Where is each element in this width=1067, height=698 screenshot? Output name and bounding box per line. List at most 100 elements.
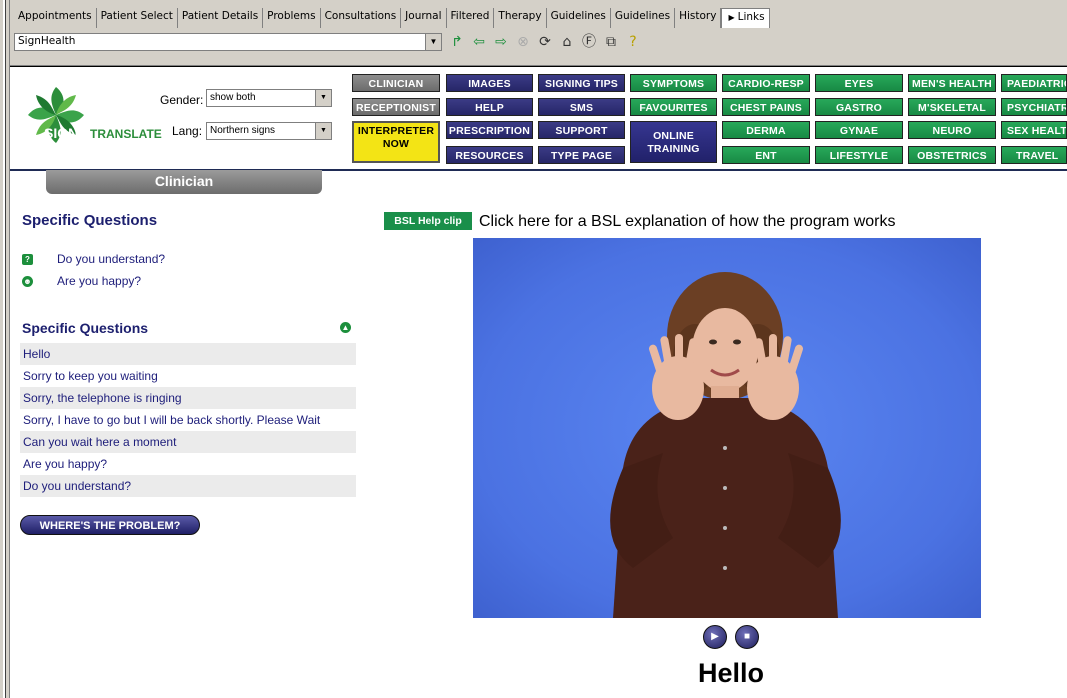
- nav-chest-pains-button[interactable]: CHEST PAINS: [722, 98, 810, 116]
- nav-lifestyle-button[interactable]: LIFESTYLE: [815, 146, 903, 164]
- phrase-item[interactable]: Do you understand?: [20, 475, 356, 497]
- wheres-the-problem-button[interactable]: WHERE'S THE PROBLEM?: [20, 515, 200, 535]
- phrase-item[interactable]: Are you happy?: [20, 453, 356, 475]
- nav-mskeletal-button[interactable]: M'SKELETAL: [908, 98, 996, 116]
- tab-consultations[interactable]: Consultations: [321, 8, 402, 28]
- favorites-icon[interactable]: Ⓕ: [580, 33, 598, 51]
- arrow-up-icon[interactable]: ▲: [340, 322, 351, 333]
- nav-sex-health-button[interactable]: SEX HEALT: [1001, 121, 1067, 139]
- question-icon: ?: [22, 253, 33, 265]
- nav-obstetrics-button[interactable]: OBSTETRICS: [908, 146, 996, 164]
- signer-illustration: [610, 272, 841, 618]
- nav-mens-health-button[interactable]: MEN'S HEALTH: [908, 74, 996, 92]
- gender-label: Gender:: [160, 93, 204, 107]
- nav-symptoms-button[interactable]: SYMPTOMS: [630, 74, 717, 92]
- nav-resources-button[interactable]: RESOURCES: [446, 146, 533, 164]
- tab-patient-details[interactable]: Patient Details: [178, 8, 264, 28]
- nav-receptionist-button[interactable]: RECEPTIONIST: [352, 98, 440, 116]
- phrase-list: Hello Sorry to keep you waiting Sorry, t…: [20, 343, 356, 497]
- play-button[interactable]: ▶: [703, 625, 727, 649]
- nav-psychiatry-button[interactable]: PSYCHIATR: [1001, 98, 1067, 116]
- tab-journal[interactable]: Journal: [401, 8, 447, 28]
- phrase-item[interactable]: Hello: [20, 343, 356, 365]
- specific-questions-title: Specific Questions: [22, 212, 158, 229]
- tab-links-label: Links: [737, 11, 765, 23]
- window-frame-left: [0, 0, 10, 698]
- address-input[interactable]: SignHealth: [14, 33, 426, 51]
- logo-text-sign: SIGN: [44, 125, 79, 141]
- tab-filtered[interactable]: Filtered: [447, 8, 495, 28]
- nav-ent-button[interactable]: ENT: [722, 146, 810, 164]
- online-line-1: ONLINE: [653, 130, 694, 142]
- phrase-item[interactable]: Sorry, I have to go but I will be back s…: [20, 409, 356, 431]
- lang-select-value: Northern signs: [210, 125, 276, 136]
- bsl-help-clip-button[interactable]: BSL Help clip: [384, 212, 472, 230]
- phrases-title: Specific Questions: [22, 320, 149, 336]
- nav-gynae-button[interactable]: GYNAE: [815, 121, 903, 139]
- address-dropdown-button[interactable]: ▼: [426, 33, 442, 51]
- section-tab-clinician: Clinician: [46, 170, 322, 194]
- tab-guidelines-1[interactable]: Guidelines: [547, 8, 611, 28]
- tab-strip: Appointments Patient Select Patient Deta…: [14, 8, 770, 28]
- signtranslate-header: SIGN TRANSLATE Gender: show both ▼ Lang:…: [10, 66, 1067, 171]
- stop-icon[interactable]: ⊗: [514, 33, 532, 51]
- gender-select[interactable]: show both ▼: [206, 89, 332, 107]
- refresh-icon[interactable]: ⟳: [536, 33, 554, 51]
- online-training-button[interactable]: ONLINE TRAINING: [630, 121, 717, 163]
- interpreter-now-button[interactable]: INTERPRETER NOW: [352, 121, 440, 163]
- help-icon[interactable]: ?: [624, 33, 642, 51]
- nav-clinician-button[interactable]: CLINICIAN: [352, 74, 440, 92]
- nav-gastro-button[interactable]: GASTRO: [815, 98, 903, 116]
- phrase-item[interactable]: Sorry, the telephone is ringing: [20, 387, 356, 409]
- stop-button[interactable]: ■: [735, 625, 759, 649]
- nav-signing-tips-button[interactable]: SIGNING TIPS: [538, 74, 625, 92]
- forward-icon[interactable]: ⇨: [492, 33, 510, 51]
- external-link-icon[interactable]: ⧉: [602, 33, 620, 51]
- nav-type-page-button[interactable]: TYPE PAGE: [538, 146, 625, 164]
- nav-derma-button[interactable]: DERMA: [722, 121, 810, 139]
- back-icon[interactable]: ⇦: [470, 33, 488, 51]
- tab-guidelines-2[interactable]: Guidelines: [611, 8, 676, 28]
- stop-icon: ■: [743, 631, 751, 642]
- home-icon[interactable]: ⌂: [558, 33, 576, 51]
- go-icon[interactable]: ↱: [448, 33, 466, 51]
- nav-favourites-button[interactable]: FAVOURITES: [630, 98, 717, 116]
- logo-text-translate: TRANSLATE: [90, 127, 162, 141]
- nav-travel-button[interactable]: TRAVEL: [1001, 146, 1067, 164]
- lang-select[interactable]: Northern signs ▼: [206, 122, 332, 140]
- nav-paediatric-button[interactable]: PAEDIATRIC: [1001, 74, 1067, 92]
- tab-links[interactable]: ▶ Links: [721, 8, 770, 28]
- nav-sms-button[interactable]: SMS: [538, 98, 625, 116]
- quick-question-understand[interactable]: ? Do you understand?: [22, 252, 165, 266]
- lang-label: Lang:: [172, 124, 203, 138]
- quick-question-text: Are you happy?: [57, 274, 142, 288]
- nav-eyes-button[interactable]: EYES: [815, 74, 903, 92]
- quick-question-happy[interactable]: ☻ Are you happy?: [22, 274, 141, 288]
- phrase-item[interactable]: Sorry to keep you waiting: [20, 365, 356, 387]
- tab-history[interactable]: History: [675, 8, 722, 28]
- address-row: SignHealth ▼ ↱ ⇦ ⇨ ⊗ ⟳ ⌂ Ⓕ ⧉ ?: [14, 32, 642, 52]
- browser-nav-icons: ↱ ⇦ ⇨ ⊗ ⟳ ⌂ Ⓕ ⧉ ?: [448, 33, 642, 51]
- online-line-2: TRAINING: [647, 143, 700, 155]
- nav-images-button[interactable]: IMAGES: [446, 74, 533, 92]
- nav-prescription-button[interactable]: PRESCRIPTION: [446, 121, 533, 139]
- bsl-explanation-link[interactable]: Click here for a BSL explanation of how …: [479, 212, 896, 232]
- tab-therapy[interactable]: Therapy: [494, 8, 547, 28]
- nav-cardio-resp-button[interactable]: CARDIO-RESP: [722, 74, 810, 92]
- tab-patient-select[interactable]: Patient Select: [97, 8, 178, 28]
- tab-appointments[interactable]: Appointments: [14, 8, 97, 28]
- interpreter-line-1: INTERPRETER: [357, 125, 435, 137]
- triangle-right-icon: ▶: [728, 13, 735, 22]
- current-sign-word: Hello: [697, 658, 764, 688]
- nav-support-button[interactable]: SUPPORT: [538, 121, 625, 139]
- gender-select-value: show both: [210, 92, 256, 103]
- toolbar-area: Appointments Patient Select Patient Deta…: [10, 0, 1067, 66]
- phrase-item[interactable]: Can you wait here a moment: [20, 431, 356, 453]
- interpreter-line-2: NOW: [382, 138, 410, 150]
- nav-neuro-button[interactable]: NEURO: [908, 121, 996, 139]
- nav-help-button[interactable]: HELP: [446, 98, 533, 116]
- tab-problems[interactable]: Problems: [263, 8, 321, 28]
- play-icon: ▶: [711, 631, 719, 642]
- sign-video-player[interactable]: [473, 238, 981, 618]
- chevron-down-icon: ▼: [315, 90, 331, 106]
